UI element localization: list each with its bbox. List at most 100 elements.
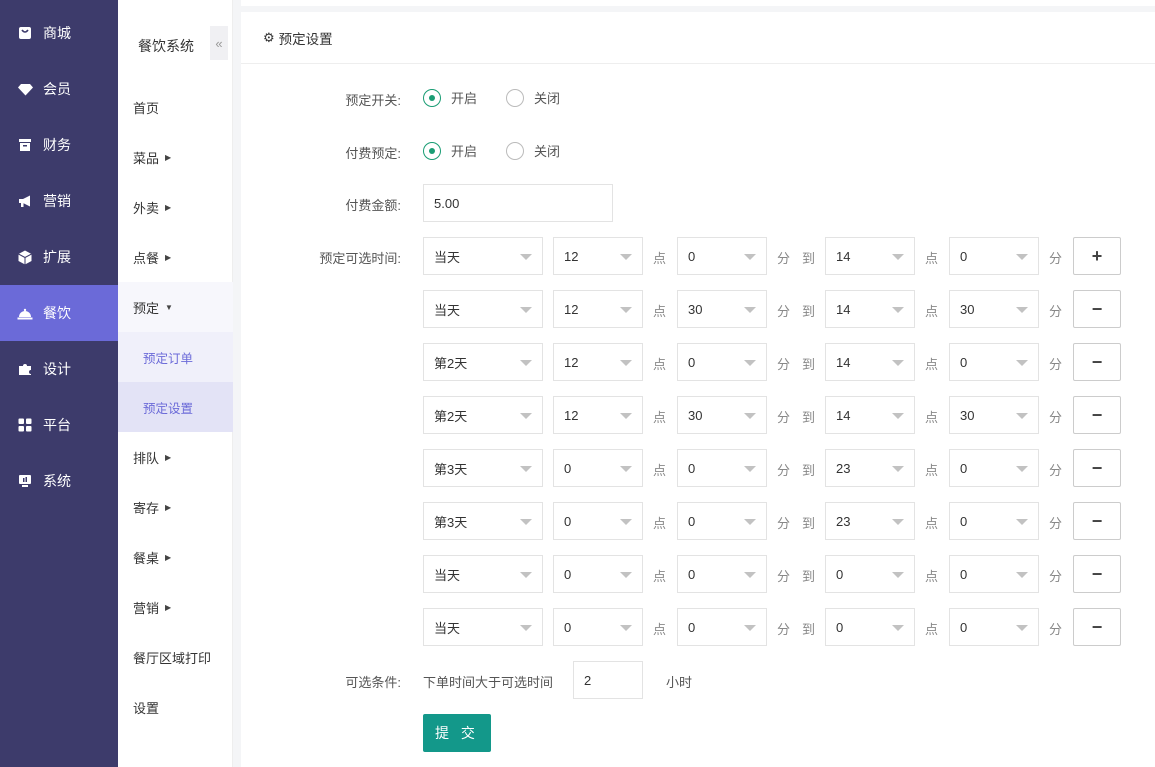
radio-circle bbox=[423, 141, 441, 160]
chevron-down-icon bbox=[620, 307, 632, 313]
start-hour-select[interactable]: 0 bbox=[553, 608, 643, 646]
end-hour-select[interactable]: 14 bbox=[825, 237, 915, 275]
start-minute-select[interactable]: 0 bbox=[677, 555, 767, 593]
caret-right-icon: ▶ bbox=[165, 552, 172, 562]
hour-unit: 点 bbox=[653, 516, 667, 531]
chevron-down-icon bbox=[620, 572, 632, 578]
settings-panel: ⚙ 预定设置 预定开关: 开启 关闭 付费预定: 开启 关闭 付费金额: 5.0… bbox=[241, 12, 1155, 767]
radio-circle bbox=[506, 141, 524, 160]
sub-nav-item-booking[interactable]: 预定 ▼ bbox=[118, 282, 233, 332]
main-nav-label: 扩展 bbox=[43, 249, 71, 265]
main-nav-item-extension[interactable]: 扩展 bbox=[0, 229, 118, 285]
remove-time-button[interactable]: − bbox=[1073, 502, 1121, 540]
remove-time-button[interactable]: − bbox=[1073, 343, 1121, 381]
start-minute-select[interactable]: 30 bbox=[677, 290, 767, 328]
end-hour-select[interactable]: 0 bbox=[825, 555, 915, 593]
main-nav-item-marketing[interactable]: 营销 bbox=[0, 173, 118, 229]
day-select[interactable]: 当天 bbox=[423, 608, 543, 646]
collapse-icon[interactable]: « bbox=[210, 26, 228, 60]
start-minute-select[interactable]: 0 bbox=[677, 237, 767, 275]
end-minute-select[interactable]: 0 bbox=[949, 343, 1039, 381]
sub-nav-item-dishes[interactable]: 菜品 ▶ bbox=[118, 132, 233, 182]
day-select[interactable]: 第2天 bbox=[423, 343, 543, 381]
end-hour-select[interactable]: 0 bbox=[825, 608, 915, 646]
sub-nav-item-settings[interactable]: 设置 bbox=[118, 682, 233, 732]
start-minute-select[interactable]: 0 bbox=[677, 502, 767, 540]
start-hour-select[interactable]: 0 bbox=[553, 449, 643, 487]
start-minute-select[interactable]: 30 bbox=[677, 396, 767, 434]
start-hour-select[interactable]: 12 bbox=[553, 237, 643, 275]
end-hour-select[interactable]: 14 bbox=[825, 343, 915, 381]
main-nav-item-catering[interactable]: 餐饮 bbox=[0, 285, 118, 341]
add-time-button[interactable]: + bbox=[1073, 237, 1121, 275]
day-select[interactable]: 当天 bbox=[423, 290, 543, 328]
sub-nav-item-home[interactable]: 首页 bbox=[118, 82, 233, 132]
sub-nav-item-tables[interactable]: 餐桌 ▶ bbox=[118, 532, 233, 582]
start-hour-select[interactable]: 12 bbox=[553, 290, 643, 328]
end-minute-select[interactable]: 0 bbox=[949, 449, 1039, 487]
main-nav-item-design[interactable]: 设计 bbox=[0, 341, 118, 397]
minute-unit: 分 bbox=[1049, 622, 1063, 637]
remove-time-button[interactable]: − bbox=[1073, 396, 1121, 434]
minute-unit: 分 bbox=[1049, 463, 1063, 478]
sub-nav-item-booking-orders[interactable]: 预定订单 bbox=[118, 332, 233, 382]
chevron-down-icon bbox=[1016, 360, 1028, 366]
chevron-down-icon bbox=[744, 519, 756, 525]
minute-unit: 分 bbox=[777, 251, 791, 266]
start-minute-select[interactable]: 0 bbox=[677, 608, 767, 646]
main-nav-item-shop[interactable]: 商城 bbox=[0, 5, 118, 61]
start-hour-select[interactable]: 12 bbox=[553, 396, 643, 434]
day-select[interactable]: 当天 bbox=[423, 555, 543, 593]
sub-nav-item-queue[interactable]: 排队 ▶ bbox=[118, 432, 233, 482]
remove-time-button[interactable]: − bbox=[1073, 449, 1121, 487]
end-minute-select[interactable]: 0 bbox=[949, 555, 1039, 593]
end-hour-value: 23 bbox=[836, 460, 851, 476]
end-minute-select[interactable]: 0 bbox=[949, 502, 1039, 540]
day-select[interactable]: 第3天 bbox=[423, 502, 543, 540]
start-hour-value: 12 bbox=[564, 407, 579, 423]
condition-hours-input[interactable]: 2 bbox=[573, 661, 643, 699]
chevron-down-icon bbox=[1016, 466, 1028, 472]
main-nav-item-finance[interactable]: 财务 bbox=[0, 117, 118, 173]
minute-unit: 分 bbox=[777, 622, 791, 637]
sub-nav-item-storage[interactable]: 寄存 ▶ bbox=[118, 482, 233, 532]
sub-nav-item-takeout[interactable]: 外卖 ▶ bbox=[118, 182, 233, 232]
booking-switch-on-radio[interactable]: 开启 bbox=[423, 88, 477, 107]
paid-booking-off-radio[interactable]: 关闭 bbox=[506, 141, 560, 160]
start-hour-select[interactable]: 0 bbox=[553, 555, 643, 593]
paid-booking-on-radio[interactable]: 开启 bbox=[423, 141, 477, 160]
day-select[interactable]: 第3天 bbox=[423, 449, 543, 487]
end-hour-select[interactable]: 23 bbox=[825, 449, 915, 487]
submit-button[interactable]: 提 交 bbox=[423, 714, 491, 752]
end-hour-select[interactable]: 14 bbox=[825, 396, 915, 434]
sub-nav-label: 外卖 bbox=[133, 200, 160, 216]
fee-input[interactable]: 5.00 bbox=[423, 184, 613, 222]
end-minute-select[interactable]: 30 bbox=[949, 290, 1039, 328]
booking-switch-off-radio[interactable]: 关闭 bbox=[506, 88, 560, 107]
day-select[interactable]: 当天 bbox=[423, 237, 543, 275]
end-minute-select[interactable]: 0 bbox=[949, 237, 1039, 275]
remove-time-button[interactable]: − bbox=[1073, 555, 1121, 593]
main-nav-item-member[interactable]: 会员 bbox=[0, 61, 118, 117]
main-nav-item-platform[interactable]: 平台 bbox=[0, 397, 118, 453]
start-minute-select[interactable]: 0 bbox=[677, 449, 767, 487]
minute-unit: 分 bbox=[1049, 569, 1063, 584]
start-hour-select[interactable]: 12 bbox=[553, 343, 643, 381]
start-hour-select[interactable]: 0 bbox=[553, 502, 643, 540]
end-minute-select[interactable]: 30 bbox=[949, 396, 1039, 434]
main-nav-item-system[interactable]: 系统 bbox=[0, 453, 118, 509]
start-minute-select[interactable]: 0 bbox=[677, 343, 767, 381]
remove-time-button[interactable]: − bbox=[1073, 290, 1121, 328]
remove-time-button[interactable]: − bbox=[1073, 608, 1121, 646]
sub-nav-item-area-print[interactable]: 餐厅区域打印 bbox=[118, 632, 233, 682]
day-select[interactable]: 第2天 bbox=[423, 396, 543, 434]
end-minute-select[interactable]: 0 bbox=[949, 608, 1039, 646]
end-hour-select[interactable]: 14 bbox=[825, 290, 915, 328]
sub-nav-item-ordering[interactable]: 点餐 ▶ bbox=[118, 232, 233, 282]
sub-nav-item-booking-settings[interactable]: 预定设置 bbox=[118, 382, 233, 432]
minute-unit: 分 bbox=[1049, 516, 1063, 531]
main-nav-label: 营销 bbox=[43, 193, 71, 209]
end-hour-select[interactable]: 23 bbox=[825, 502, 915, 540]
chevron-down-icon bbox=[744, 254, 756, 260]
sub-nav-item-marketing[interactable]: 营销 ▶ bbox=[118, 582, 233, 632]
